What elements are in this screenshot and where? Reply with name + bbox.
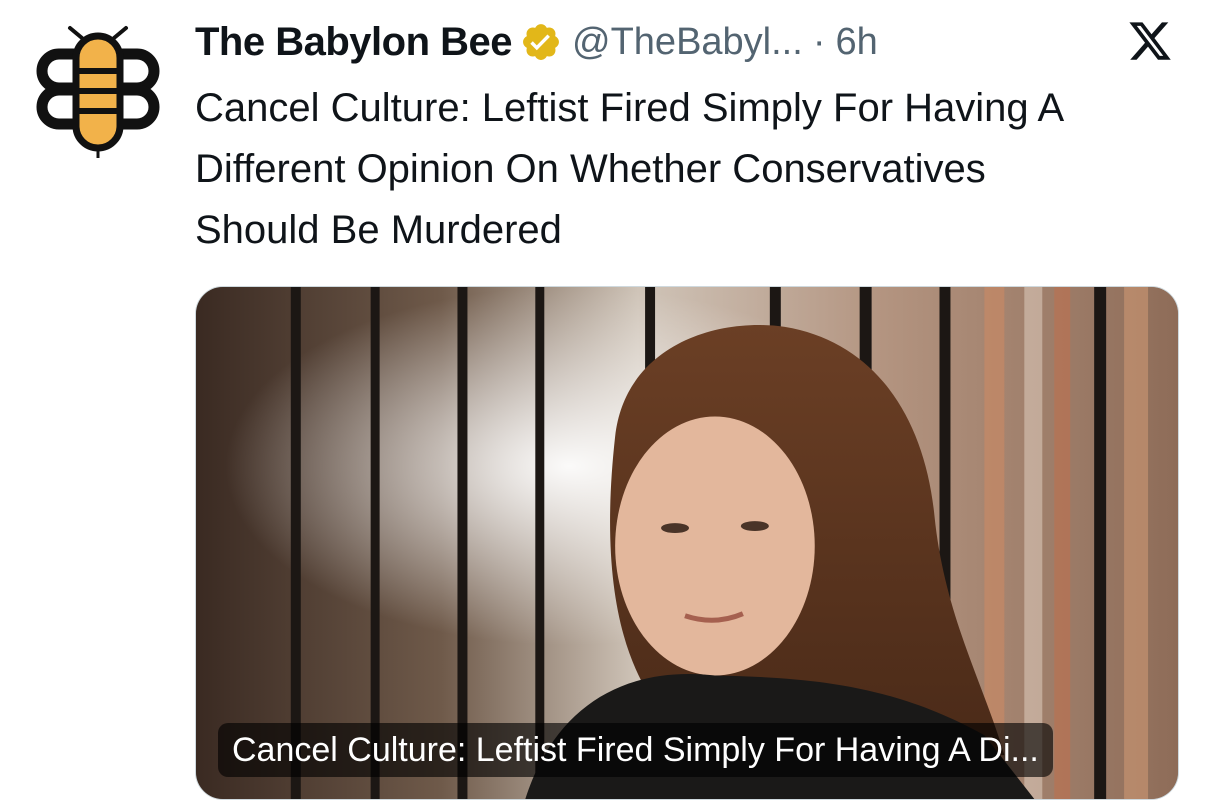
babylon-bee-logo-avatar[interactable] — [30, 24, 166, 160]
x-logo-icon[interactable] — [1126, 18, 1174, 64]
bee-icon — [36, 26, 160, 158]
gold-verified-badge-icon[interactable] — [520, 21, 562, 63]
link-card[interactable]: Cancel Culture: Leftist Fired Simply For… — [195, 286, 1179, 800]
timestamp[interactable]: 6h — [835, 21, 877, 64]
tweet[interactable]: The Babylon Bee @TheBabyl... · 6h Cancel… — [0, 0, 1206, 803]
separator-dot: · — [812, 20, 826, 63]
tweet-text: Cancel Culture: Leftist Fired Simply For… — [195, 86, 1063, 252]
user-handle[interactable]: @TheBabyl... — [572, 21, 803, 64]
tweet-header: The Babylon Bee @TheBabyl... · 6h — [195, 14, 878, 70]
display-name[interactable]: The Babylon Bee — [195, 20, 513, 65]
card-caption: Cancel Culture: Leftist Fired Simply For… — [218, 723, 1053, 777]
